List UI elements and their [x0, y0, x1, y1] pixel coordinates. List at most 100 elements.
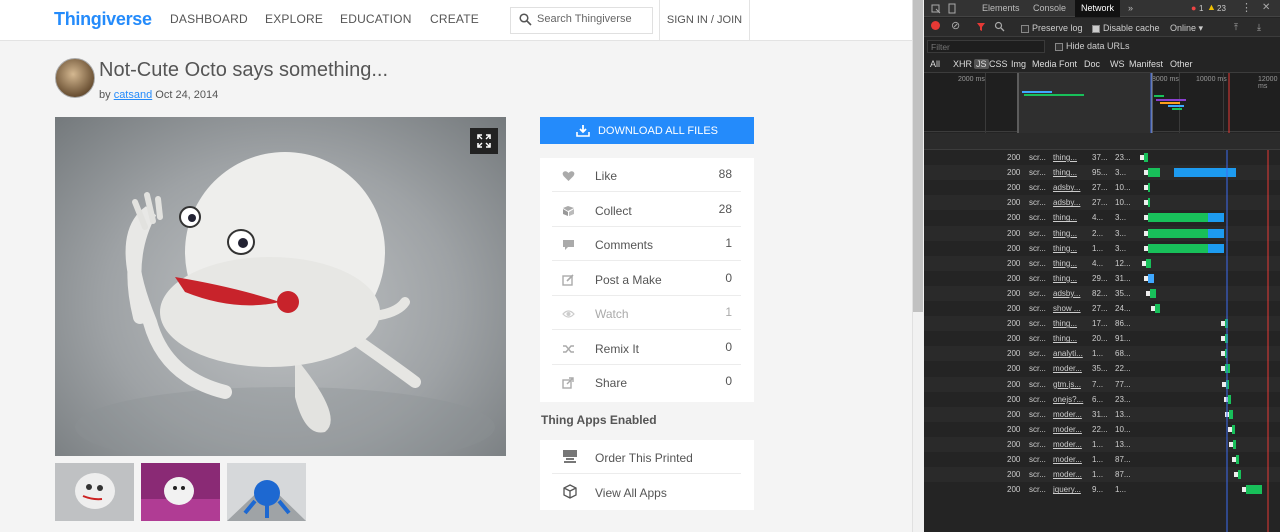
- request-initiator[interactable]: thing...: [1053, 210, 1089, 225]
- settings-menu-icon[interactable]: ⋮: [1241, 1, 1252, 14]
- request-time: 1...: [1115, 485, 1127, 495]
- request-initiator[interactable]: moder...: [1053, 452, 1089, 467]
- preserve-log-checkbox[interactable]: Preserve log: [1021, 23, 1083, 33]
- thumbnail-1[interactable]: [55, 463, 134, 521]
- filter-all[interactable]: All: [930, 59, 940, 69]
- author-link[interactable]: catsand: [114, 89, 153, 101]
- more-tabs-chevron-icon[interactable]: »: [1128, 0, 1133, 17]
- request-initiator[interactable]: onejs?...: [1053, 392, 1089, 407]
- request-time: 3...: [1115, 243, 1127, 253]
- inspect-icon[interactable]: [931, 4, 941, 14]
- timeline-overview[interactable]: 2000 ms4000 ms6000 ms8000 ms10000 ms1200…: [924, 72, 1280, 133]
- request-initiator[interactable]: moder...: [1053, 422, 1089, 437]
- hide-data-urls-checkbox[interactable]: Hide data URLs: [1055, 41, 1130, 51]
- request-size: 17...: [1092, 319, 1108, 329]
- error-count[interactable]: 1: [1199, 4, 1203, 13]
- tab-network[interactable]: Network: [1075, 0, 1121, 17]
- request-initiator[interactable]: analyti...: [1053, 346, 1089, 361]
- filter-xhr[interactable]: XHR: [953, 59, 972, 69]
- filter-ws[interactable]: WS: [1110, 59, 1125, 69]
- filter-js[interactable]: JS: [974, 59, 989, 69]
- action-share[interactable]: Share 0: [552, 365, 741, 399]
- fullscreen-button[interactable]: [470, 128, 498, 154]
- import-icon[interactable]: ⤒: [1234, 22, 1238, 33]
- request-size: 27...: [1092, 198, 1108, 208]
- action-count: 28: [718, 201, 732, 216]
- throttle-select[interactable]: Online ▾: [1170, 23, 1203, 34]
- filter-manifest[interactable]: Manifest: [1129, 59, 1163, 69]
- nav-dashboard[interactable]: DASHBOARD: [170, 12, 248, 26]
- request-initiator[interactable]: moder...: [1053, 361, 1089, 376]
- request-initiator[interactable]: thing...: [1053, 226, 1089, 241]
- tab-elements[interactable]: Elements: [982, 0, 1020, 17]
- nav-education[interactable]: EDUCATION: [340, 12, 412, 26]
- request-initiator[interactable]: thing...: [1053, 165, 1089, 180]
- request-initiator[interactable]: thing...: [1053, 150, 1089, 165]
- filter-css[interactable]: CSS: [989, 59, 1008, 69]
- device-toolbar-icon[interactable]: [948, 3, 958, 14]
- search-icon[interactable]: [994, 21, 1005, 32]
- tab-console[interactable]: Console: [1033, 0, 1066, 17]
- request-time: 87...: [1115, 455, 1131, 464]
- main-thing-image[interactable]: [55, 117, 506, 456]
- request-initiator[interactable]: moder...: [1053, 407, 1089, 422]
- thumbnail-2[interactable]: [141, 463, 220, 521]
- search-box[interactable]: [510, 7, 653, 34]
- filter-img[interactable]: Img: [1011, 59, 1026, 69]
- request-type: scr...: [1029, 424, 1046, 434]
- action-post-a-make[interactable]: Post a Make 0: [552, 262, 741, 296]
- actions-panel: Like 88 Collect 28 Comments 1 Post a Make 0 Watc…: [540, 158, 754, 402]
- download-all-files-button[interactable]: DOWNLOAD ALL FILES: [540, 117, 754, 144]
- action-collect[interactable]: Collect 28: [552, 193, 741, 227]
- action-watch[interactable]: Watch 1: [552, 296, 741, 330]
- search-input[interactable]: [537, 13, 647, 25]
- record-icon[interactable]: [931, 21, 940, 30]
- export-icon[interactable]: ⤓: [1257, 22, 1261, 33]
- request-size: 1...: [1092, 470, 1104, 480]
- request-initiator[interactable]: adsby...: [1053, 286, 1089, 301]
- filter-other[interactable]: Other: [1170, 59, 1193, 69]
- request-initiator[interactable]: gtm.js...: [1053, 377, 1089, 392]
- app-order-this-printed[interactable]: Order This Printed: [552, 440, 741, 474]
- sign-in-button[interactable]: SIGN IN / JOIN: [659, 0, 750, 41]
- request-initiator[interactable]: adsby...: [1053, 180, 1089, 195]
- request-initiator[interactable]: moder...: [1053, 467, 1089, 482]
- filter-icon[interactable]: [976, 22, 986, 32]
- action-comments[interactable]: Comments 1: [552, 227, 741, 261]
- warning-icon: ▲: [1207, 2, 1216, 12]
- overview-chart: [1017, 73, 1230, 133]
- author-avatar[interactable]: [55, 58, 95, 98]
- request-initiator[interactable]: show ...: [1053, 301, 1089, 316]
- close-icon[interactable]: ✕: [1262, 2, 1270, 13]
- request-status: 200: [1007, 409, 1021, 419]
- filter-input[interactable]: [927, 40, 1045, 53]
- request-size: 1...: [1092, 439, 1104, 449]
- request-initiator[interactable]: jquery...: [1053, 482, 1089, 497]
- app-view-all-apps[interactable]: View All Apps: [552, 475, 741, 509]
- filter-font[interactable]: Font: [1059, 59, 1077, 69]
- nav-create[interactable]: CREATE: [430, 12, 479, 26]
- filter-doc[interactable]: Doc: [1084, 59, 1100, 69]
- scrollbar-thumb[interactable]: [913, 0, 923, 312]
- action-like[interactable]: Like 88: [552, 158, 741, 192]
- request-initiator[interactable]: thing...: [1053, 316, 1089, 331]
- request-initiator[interactable]: thing...: [1053, 271, 1089, 286]
- request-initiator[interactable]: moder...: [1053, 437, 1089, 452]
- request-initiator[interactable]: adsby...: [1053, 195, 1089, 210]
- warning-count[interactable]: 23: [1217, 4, 1226, 13]
- disable-cache-checkbox[interactable]: Disable cache: [1092, 23, 1160, 33]
- request-time: 13...: [1115, 409, 1131, 419]
- thingiverse-page: Thingiverse DASHBOARD EXPLORE EDUCATION …: [0, 0, 912, 532]
- nav-explore[interactable]: EXPLORE: [265, 12, 323, 26]
- request-initiator[interactable]: thing...: [1053, 241, 1089, 256]
- thumbnail-3[interactable]: [227, 463, 306, 521]
- action-remix-it[interactable]: Remix It 0: [552, 331, 741, 365]
- app-label: View All Apps: [595, 486, 667, 500]
- filter-media[interactable]: Media: [1032, 59, 1057, 69]
- request-size: 95...: [1092, 168, 1108, 178]
- request-initiator[interactable]: thing...: [1053, 331, 1089, 346]
- clear-icon[interactable]: ⊘: [951, 19, 960, 32]
- thingiverse-logo[interactable]: Thingiverse: [54, 9, 152, 30]
- request-initiator[interactable]: thing...: [1053, 256, 1089, 271]
- request-table-header: NameSt...Ty...InitiatorSizeTi...Waterfal…: [924, 133, 1280, 283]
